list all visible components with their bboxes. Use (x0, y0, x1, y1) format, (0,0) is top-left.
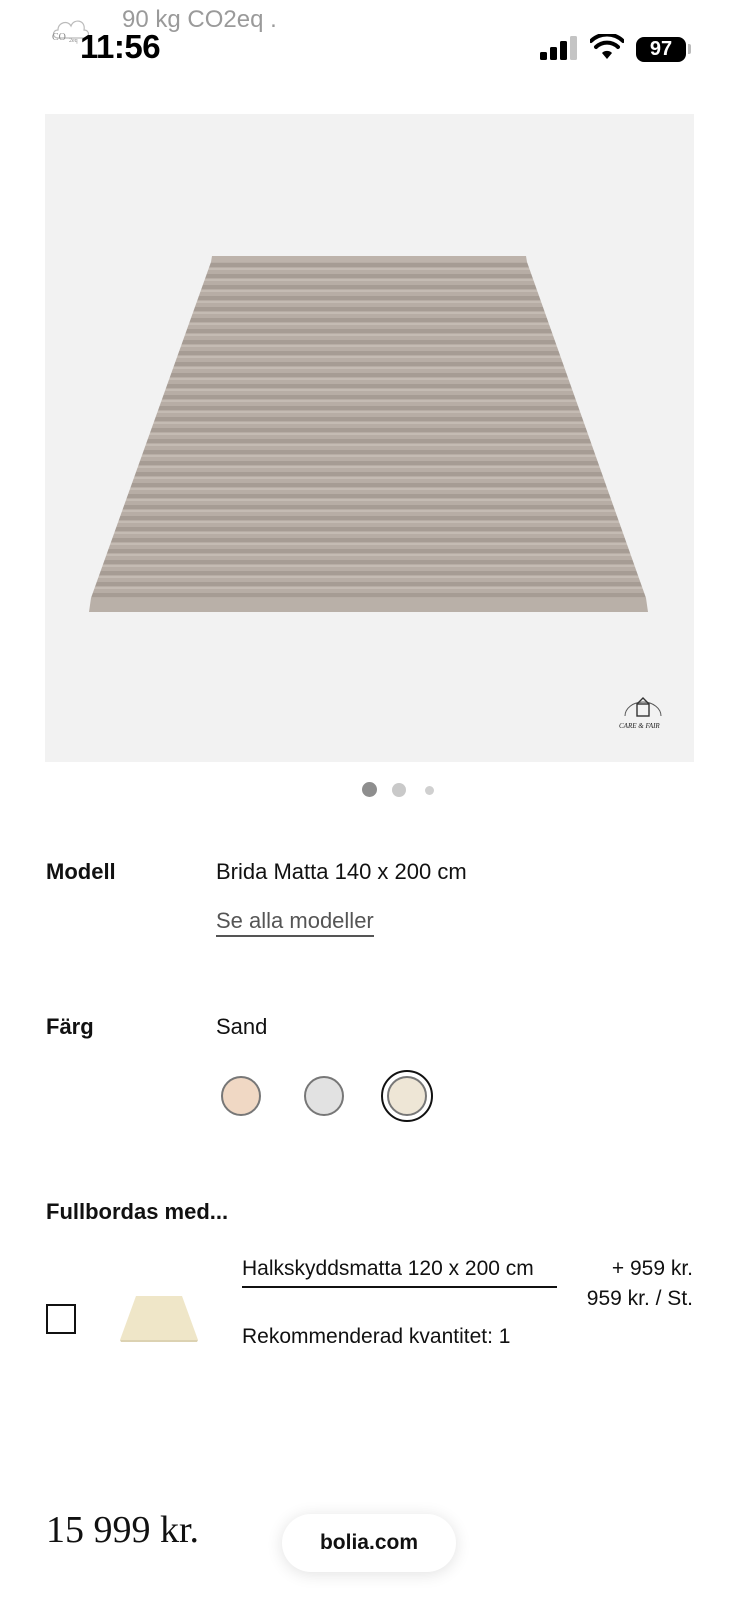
color-swatch-peach[interactable] (221, 1076, 261, 1116)
addon-name-link[interactable]: Halkskyddsmatta 120 x 200 cm (242, 1254, 557, 1288)
cellular-signal-icon (540, 36, 577, 60)
see-all-models-link[interactable]: Se alla modeller (216, 908, 374, 937)
battery-tip (688, 44, 691, 54)
addon-price-add: + 959 kr. (611, 1257, 693, 1280)
image-pagination[interactable] (0, 780, 739, 800)
addon-checkbox[interactable] (46, 1304, 76, 1334)
addon-thumbnail[interactable] (120, 1292, 198, 1344)
svg-text:CO: CO (52, 32, 66, 43)
care-fair-logo: CARE & FAIR (619, 697, 662, 730)
addon-price-unit: 959 kr. / St. (586, 1287, 693, 1310)
addon-recommended-quantity: Rekommenderad kvantitet: 1 (242, 1325, 511, 1348)
svg-text:CARE & FAIR: CARE & FAIR (619, 722, 660, 730)
pagination-dot-active[interactable] (362, 782, 377, 797)
color-swatch-grey[interactable] (304, 1076, 344, 1116)
wifi-icon (590, 34, 624, 59)
pagination-dot[interactable] (392, 783, 406, 797)
url-bar[interactable]: bolia.com (282, 1514, 456, 1572)
color-label: Färg (46, 1014, 94, 1039)
model-label: Modell (46, 859, 116, 884)
product-image[interactable]: CARE & FAIR (45, 114, 694, 762)
total-price: 15 999 kr. (46, 1509, 200, 1551)
pagination-dot[interactable] (425, 786, 434, 795)
addon-price: + 959 kr. 959 kr. / St. (587, 1254, 693, 1314)
complete-with-title: Fullbordas med... (46, 1199, 229, 1224)
color-value: Sand (216, 1014, 268, 1039)
svg-text:2eq: 2eq (69, 38, 78, 44)
model-value: Brida Matta 140 x 200 cm (216, 859, 467, 884)
battery-indicator: 97 (636, 37, 686, 62)
status-time: 11:56 (80, 28, 161, 65)
rug-image (89, 256, 648, 612)
color-swatch-sand[interactable] (387, 1076, 427, 1116)
